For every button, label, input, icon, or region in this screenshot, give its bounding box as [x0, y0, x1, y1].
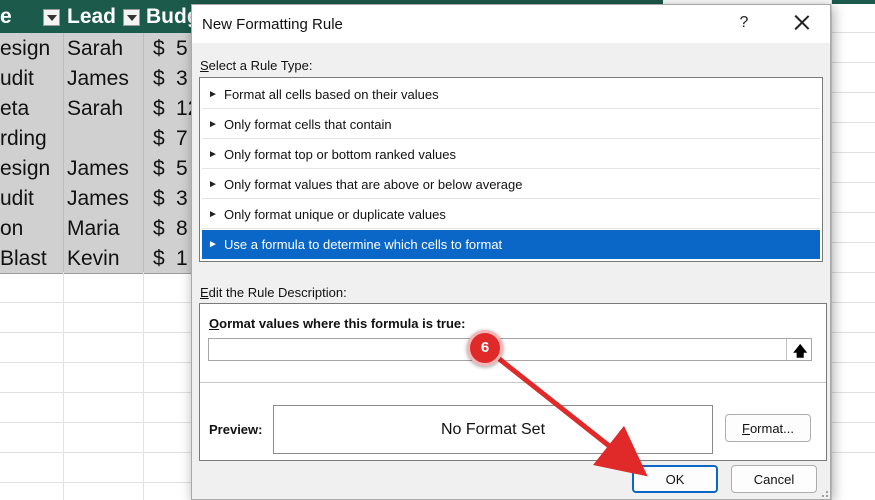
annotation-arrow [496, 356, 648, 477]
arrow-line [496, 356, 648, 477]
resize-grip-icon[interactable] [819, 488, 829, 498]
step-number-badge: 6 [467, 330, 503, 366]
